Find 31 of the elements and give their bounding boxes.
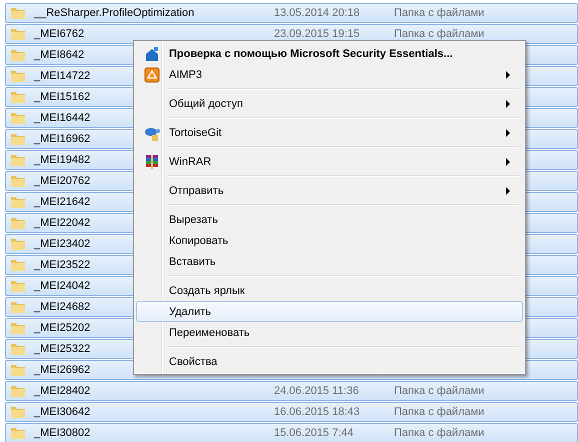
file-name: _MEI30802: [34, 427, 90, 439]
file-name: _MEI15162: [34, 91, 90, 103]
file-name: __ReSharper.ProfileOptimization: [34, 7, 194, 19]
file-date: 15.06.2015 7:44: [274, 427, 354, 439]
file-date: 23.09.2015 19:15: [274, 28, 360, 40]
file-type: Папка с файлами: [394, 406, 484, 418]
file-name: _MEI24682: [34, 301, 90, 313]
file-name: _MEI6762: [34, 28, 84, 40]
file-name: _MEI23402: [34, 238, 90, 250]
file-name: _MEI24042: [34, 280, 90, 292]
file-name: _MEI25202: [34, 322, 90, 334]
file-name: _MEI28402: [34, 385, 90, 397]
file-name: _MEI8642: [34, 49, 84, 61]
file-name: _MEI22042: [34, 217, 90, 229]
file-name: _MEI16962: [34, 133, 90, 145]
file-name: _MEI26962: [34, 364, 90, 376]
file-name: _MEI23522: [34, 259, 90, 271]
file-type: Папка с файлами: [394, 385, 484, 397]
file-date: 16.06.2015 18:43: [274, 406, 360, 418]
file-name: _MEI19482: [34, 154, 90, 166]
file-name: _MEI14722: [34, 70, 90, 82]
file-name: _MEI25322: [34, 343, 90, 355]
file-name: _MEI30642: [34, 406, 90, 418]
file-type: Папка с файлами: [394, 427, 484, 439]
file-type: Папка с файлами: [394, 28, 484, 40]
file-name: _MEI21642: [34, 196, 90, 208]
file-name: _MEI20762: [34, 175, 90, 187]
file-date: 24.06.2015 11:36: [274, 385, 359, 397]
file-type: Папка с файлами: [394, 7, 484, 19]
file-name: _MEI16442: [34, 112, 90, 124]
file-date: 13.05.2014 20:18: [274, 7, 360, 19]
